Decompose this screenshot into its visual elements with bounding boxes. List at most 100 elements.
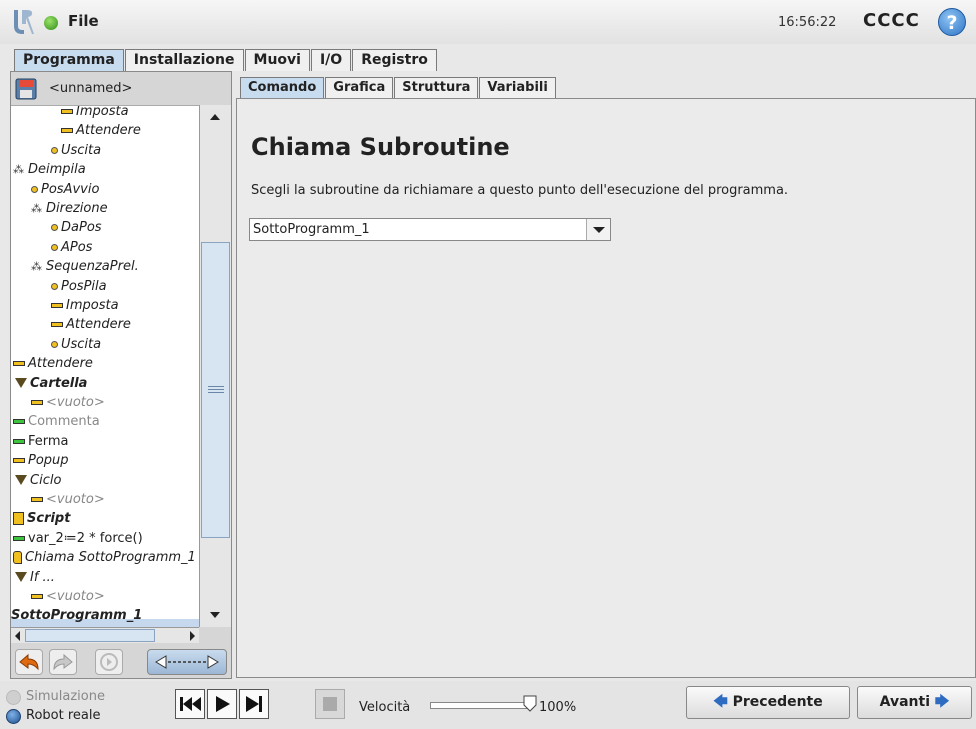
tab-programma[interactable]: Programma — [14, 49, 124, 71]
tree-node[interactable]: Ferma — [13, 432, 69, 451]
wait-icon — [61, 128, 73, 134]
tab-installazione[interactable]: Installazione — [124, 49, 244, 71]
tree-node[interactable]: <vuoto> — [31, 393, 105, 412]
program-tree[interactable]: Imposta Attendere Uscita ⁂ Deimpila PosAvvio ⁂… — [11, 105, 199, 627]
subroutine-dropdown[interactable]: SottoProgramm_1 — [249, 218, 611, 241]
tree-node[interactable]: SottoProgramm_1 — [11, 606, 142, 625]
waypoint-icon — [51, 340, 58, 348]
tree-node-label: DaPos — [61, 220, 102, 236]
set-icon — [61, 109, 73, 114]
tree-node-label: Attendere — [66, 317, 131, 333]
tree-node[interactable]: Script — [13, 509, 70, 528]
command-description: Scegli la subroutine da richiamare a que… — [251, 183, 789, 198]
tree-node-label: SottoProgramm_1 — [11, 608, 143, 624]
scrollbar-thumb[interactable] — [201, 242, 230, 538]
tree-node[interactable]: Attendere — [13, 354, 93, 373]
tree-node[interactable]: ⁂ Deimpila — [13, 160, 86, 179]
horizontal-scrollbar-thumb[interactable] — [25, 629, 155, 642]
undo-button[interactable] — [15, 649, 43, 675]
halt-icon — [13, 438, 25, 444]
tree-node-label: APos — [61, 239, 93, 255]
tree-node[interactable]: PosPila — [51, 277, 107, 296]
tab-comando[interactable]: Comando — [240, 77, 325, 98]
chevron-down-icon[interactable] — [586, 219, 610, 240]
tree-node-label: SequenzaPrel. — [46, 259, 139, 275]
scroll-left-icon[interactable] — [15, 631, 20, 641]
skip-back-icon — [180, 697, 201, 711]
tree-node-label: Attendere — [28, 356, 93, 372]
mode-simulation-label: Simulazione — [26, 689, 105, 704]
previous-button[interactable]: 🡄 Precedente — [686, 686, 850, 719]
scroll-up-icon[interactable] — [210, 114, 220, 120]
tree-node[interactable]: Uscita — [51, 141, 101, 160]
tree-node[interactable]: ⁂ Direzione — [31, 199, 108, 218]
expand-collapse-button[interactable] — [147, 649, 227, 675]
tab-registro[interactable]: Registro — [352, 49, 437, 71]
folder-icon — [15, 378, 27, 389]
subroutine-dropdown-value: SottoProgramm_1 — [253, 222, 370, 237]
tree-node[interactable]: DaPos — [51, 218, 102, 237]
tree-node[interactable]: Attendere — [61, 121, 141, 140]
tree-node[interactable]: Attendere — [51, 315, 131, 334]
tree-node[interactable]: <vuoto> — [31, 587, 105, 606]
tree-node[interactable]: Popup — [13, 451, 69, 470]
move-icon: ⁂ — [31, 260, 42, 274]
tree-node-label: Deimpila — [28, 162, 86, 178]
tree-node[interactable]: Commenta — [13, 412, 100, 431]
stop-button[interactable] — [315, 689, 345, 719]
next-button[interactable]: Avanti 🡆 — [857, 686, 972, 719]
mode-real-robot[interactable]: Robot reale — [6, 708, 100, 724]
tab-muovi[interactable]: Muovi — [244, 49, 310, 71]
play-button[interactable] — [207, 689, 237, 719]
tree-horizontal-scrollbar[interactable] — [11, 627, 199, 643]
tree-node[interactable]: var_2≔2 * force() — [13, 529, 143, 548]
rewind-button[interactable] — [175, 689, 205, 719]
tree-node[interactable]: Imposta — [51, 296, 119, 315]
set-icon — [51, 303, 63, 308]
tree-node-label: If ... — [30, 569, 55, 585]
tree-node[interactable]: Chiama SottoProgramm_1 — [13, 548, 196, 567]
speed-slider[interactable] — [430, 702, 530, 709]
tree-node[interactable]: If ... — [13, 568, 55, 587]
waypoint-icon — [31, 185, 38, 193]
speed-slider-handle[interactable] — [523, 695, 537, 712]
move-icon: ⁂ — [13, 163, 24, 177]
thumb-grip — [208, 386, 224, 387]
tree-vertical-scrollbar[interactable] — [199, 105, 231, 627]
tree-node-label: Ferma — [28, 433, 69, 449]
tree-node[interactable]: <vuoto> — [31, 490, 105, 509]
command-tabs: Comando Grafica Struttura Variabili — [240, 77, 557, 98]
suppress-icon — [100, 653, 118, 671]
script-icon — [13, 512, 24, 526]
double-arrow-icon — [155, 655, 219, 669]
tree-node-label: Imposta — [76, 105, 129, 119]
tree-node[interactable]: ⁂ SequenzaPrel. — [31, 257, 139, 276]
mode-simulation[interactable]: Simulazione — [6, 689, 105, 705]
program-name: <unnamed> — [49, 81, 133, 96]
arrow-right-icon: 🡆 — [934, 694, 950, 710]
speed-label: Velocità — [359, 700, 411, 715]
comment-icon — [13, 419, 25, 425]
suppress-button[interactable] — [95, 649, 123, 675]
tree-node[interactable]: Imposta — [61, 105, 129, 121]
waypoint-icon — [51, 282, 58, 290]
empty-icon — [31, 400, 43, 405]
tree-node[interactable]: PosAvvio — [31, 180, 99, 199]
step-button[interactable] — [239, 689, 269, 719]
tab-grafica[interactable]: Grafica — [325, 77, 394, 98]
tree-node[interactable]: Ciclo — [13, 471, 61, 490]
file-menu[interactable]: File — [68, 12, 99, 30]
wait-icon — [13, 361, 25, 367]
scroll-down-icon[interactable] — [210, 612, 220, 618]
thumb-grip — [208, 389, 224, 390]
save-icon[interactable] — [15, 78, 37, 100]
tab-io[interactable]: I/O — [310, 49, 352, 71]
help-button[interactable]: ? — [938, 8, 966, 36]
scroll-right-icon[interactable] — [190, 631, 195, 641]
tab-struttura[interactable]: Struttura — [394, 77, 479, 98]
redo-button[interactable] — [49, 649, 77, 675]
tree-node[interactable]: APos — [51, 238, 92, 257]
tab-variabili[interactable]: Variabili — [479, 77, 556, 98]
tree-node[interactable]: Uscita — [51, 335, 101, 354]
tree-node[interactable]: Cartella — [13, 374, 87, 393]
